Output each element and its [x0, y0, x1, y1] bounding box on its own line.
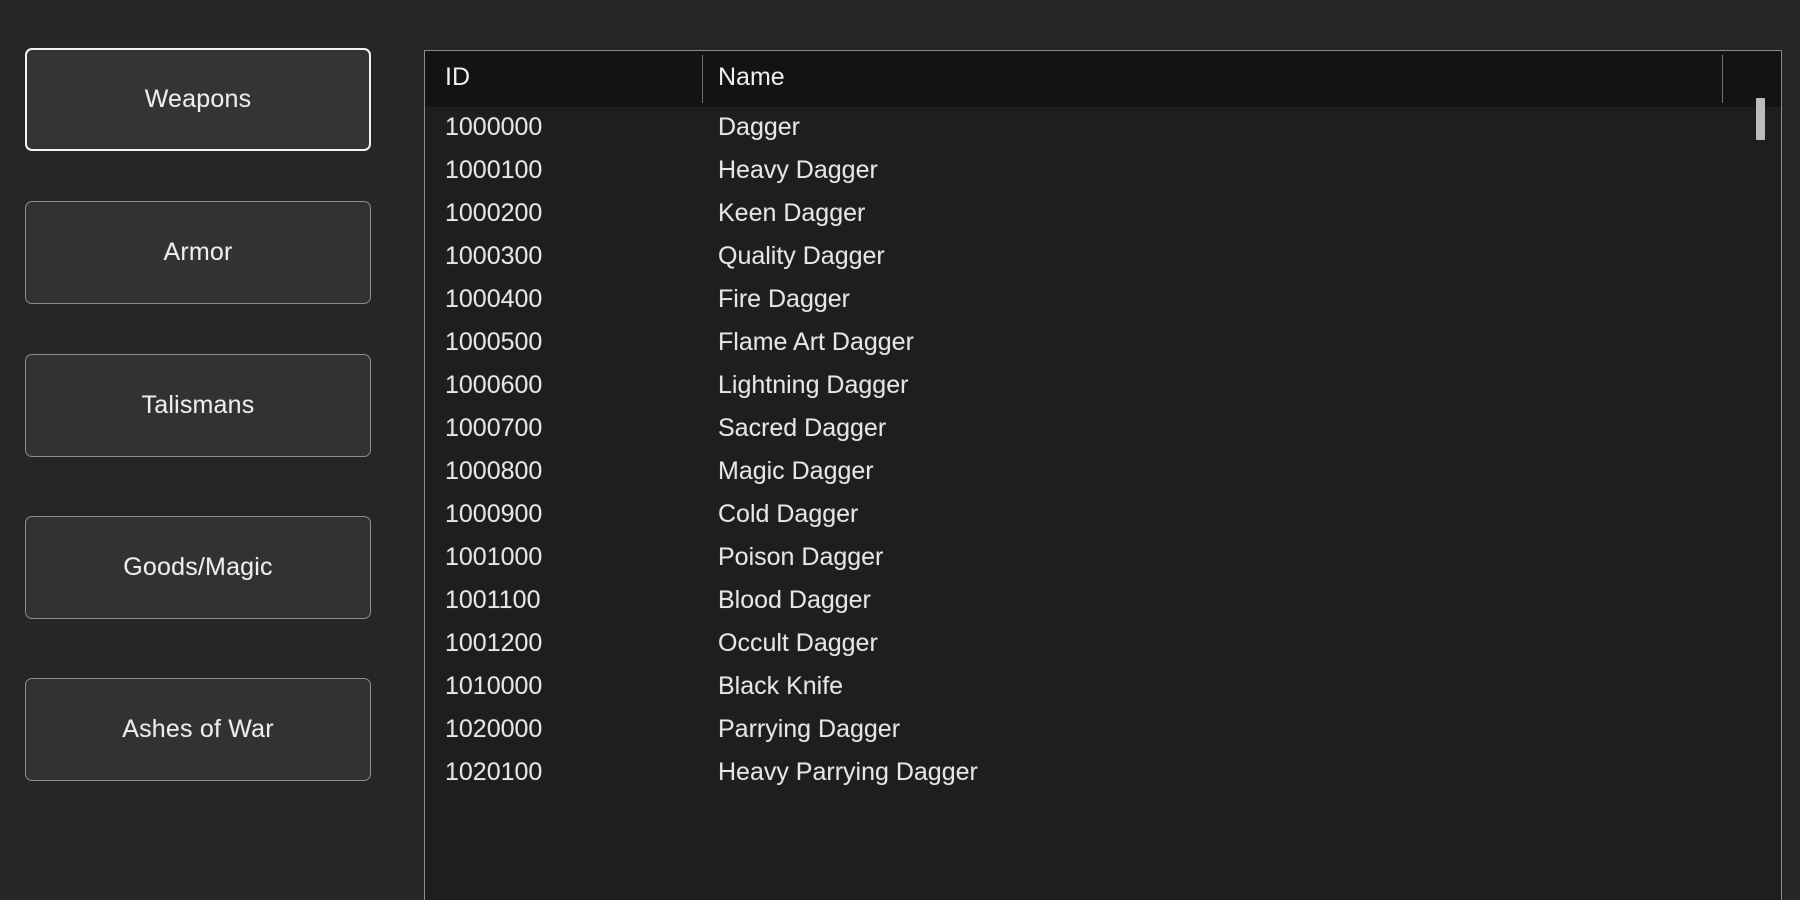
cell-id: 1000700 [445, 414, 543, 442]
sidebar-button-label: Ashes of War [122, 715, 274, 743]
item-browser-window: Weapons Armor Talismans Goods/Magic Ashe… [0, 0, 1800, 900]
cell-name: Black Knife [718, 672, 844, 700]
category-sidebar: Weapons Armor Talismans Goods/Magic Ashe… [0, 0, 400, 900]
cell-id: 1001000 [445, 543, 543, 571]
table-header-row: ID Name [425, 51, 1781, 107]
item-table-panel: ID Name 1000000 Dagger 1000100 Heavy Dagger… [424, 50, 1782, 900]
cell-id: 1000600 [445, 371, 543, 399]
table-row[interactable]: 1000800 Magic Dagger [425, 451, 1781, 494]
vertical-scrollbar-thumb[interactable] [1756, 97, 1765, 141]
cell-id: 1000900 [445, 500, 543, 528]
sidebar-button-label: Weapons [144, 85, 252, 113]
cell-name: Lightning Dagger [718, 371, 909, 399]
cell-name: Poison Dagger [718, 543, 884, 571]
table-row[interactable]: 1020100 Heavy Parrying Dagger [425, 752, 1781, 795]
cell-id: 1000500 [445, 328, 543, 356]
cell-name: Quality Dagger [718, 242, 885, 270]
table-row[interactable]: 1000400 Fire Dagger [425, 279, 1781, 322]
cell-id: 1020100 [445, 758, 543, 786]
cell-id: 1001200 [445, 629, 543, 657]
table-row[interactable]: 1000600 Lightning Dagger [425, 365, 1781, 408]
cell-name: Occult Dagger [718, 629, 878, 657]
sidebar-button-talismans[interactable]: Talismans [25, 354, 371, 457]
sidebar-button-label: Goods/Magic [123, 553, 273, 581]
table-row[interactable]: 1000200 Keen Dagger [425, 193, 1781, 236]
vertical-scrollbar-track[interactable] [1749, 55, 1773, 900]
column-header-name[interactable]: Name [718, 63, 785, 92]
table-row[interactable]: 1000300 Quality Dagger [425, 236, 1781, 279]
cell-id: 1000200 [445, 199, 543, 227]
cell-id: 1020000 [445, 715, 543, 743]
sidebar-button-label: Armor [163, 238, 233, 266]
column-divider[interactable] [702, 55, 703, 103]
table-row[interactable]: 1000100 Heavy Dagger [425, 150, 1781, 193]
cell-name: Heavy Parrying Dagger [718, 758, 978, 786]
table-row[interactable]: 1000000 Dagger [425, 107, 1781, 150]
cell-name: Sacred Dagger [718, 414, 887, 442]
cell-name: Magic Dagger [718, 457, 874, 485]
table-row[interactable]: 1000500 Flame Art Dagger [425, 322, 1781, 365]
table-row[interactable]: 1001100 Blood Dagger [425, 580, 1781, 623]
sidebar-button-armor[interactable]: Armor [25, 201, 371, 304]
cell-name: Blood Dagger [718, 586, 871, 614]
cell-name: Fire Dagger [718, 285, 850, 313]
table-row[interactable]: 1000700 Sacred Dagger [425, 408, 1781, 451]
sidebar-button-weapons[interactable]: Weapons [25, 48, 371, 151]
table-row[interactable]: 1000900 Cold Dagger [425, 494, 1781, 537]
sidebar-button-ashes-of-war[interactable]: Ashes of War [25, 678, 371, 781]
cell-name: Dagger [718, 113, 800, 141]
cell-id: 1001100 [445, 586, 541, 614]
cell-name: Keen Dagger [718, 199, 866, 227]
cell-id: 1000100 [445, 156, 543, 184]
table-row[interactable]: 1001200 Occult Dagger [425, 623, 1781, 666]
table-row[interactable]: 1020000 Parrying Dagger [425, 709, 1781, 752]
sidebar-button-label: Talismans [141, 391, 255, 419]
column-header-id[interactable]: ID [445, 63, 470, 92]
cell-id: 1010000 [445, 672, 543, 700]
cell-name: Parrying Dagger [718, 715, 901, 743]
column-divider[interactable] [1722, 55, 1723, 103]
cell-name: Flame Art Dagger [718, 328, 914, 356]
cell-id: 1000400 [445, 285, 543, 313]
cell-id: 1000300 [445, 242, 543, 270]
cell-name: Cold Dagger [718, 500, 859, 528]
table-row[interactable]: 1001000 Poison Dagger [425, 537, 1781, 580]
table-row[interactable]: 1010000 Black Knife [425, 666, 1781, 709]
cell-id: 1000800 [445, 457, 543, 485]
cell-id: 1000000 [445, 113, 543, 141]
item-table-body[interactable]: 1000000 Dagger 1000100 Heavy Dagger 1000200 K… [425, 107, 1781, 900]
cell-name: Heavy Dagger [718, 156, 878, 184]
sidebar-button-goods-magic[interactable]: Goods/Magic [25, 516, 371, 619]
